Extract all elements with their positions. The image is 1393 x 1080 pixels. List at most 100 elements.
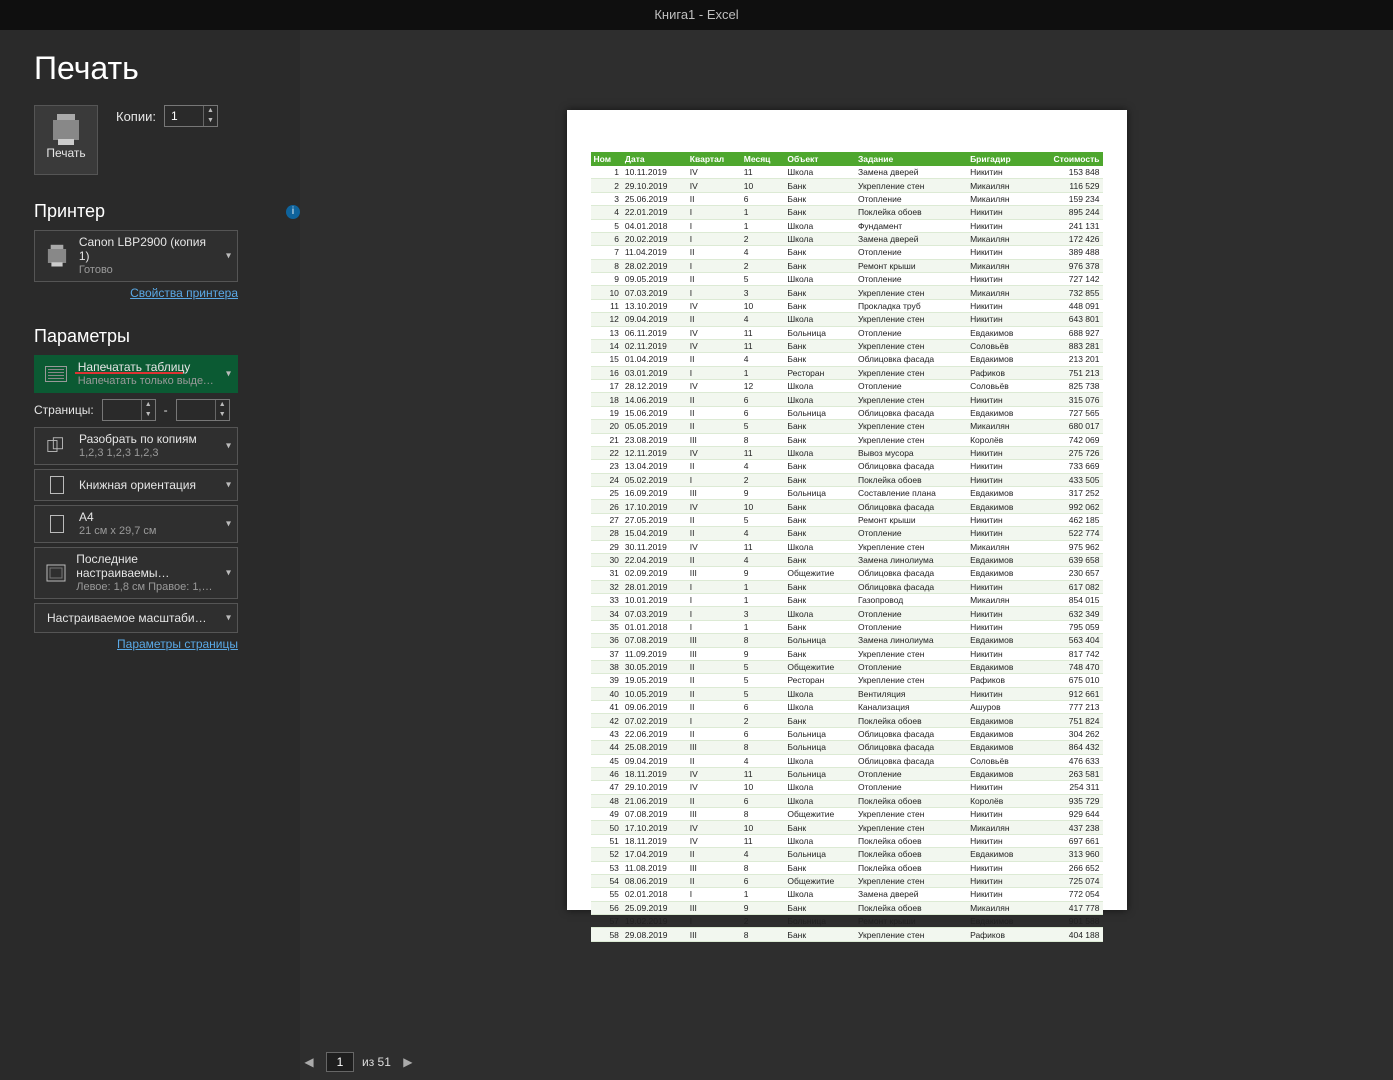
table-cell: Укрепление стен	[855, 674, 967, 687]
table-cell: 09.06.2019	[622, 701, 687, 714]
pages-from-input[interactable]: ▲▼	[102, 399, 156, 421]
table-cell: 1	[741, 594, 785, 607]
table-row: 2516.09.2019III9БольницаСоставление план…	[591, 487, 1103, 500]
orientation-select[interactable]: Книжная ориентация ▾	[34, 469, 238, 501]
page-number-input[interactable]	[326, 1052, 354, 1072]
table-cell: Банк	[784, 433, 855, 446]
table-cell: Соловьёв	[967, 754, 1033, 767]
table-cell: 11	[741, 767, 785, 780]
table-cell: Школа	[784, 166, 855, 179]
table-cell: 40	[591, 687, 622, 700]
table-cell: 29.08.2019	[622, 928, 687, 941]
table-cell: 8	[741, 433, 785, 446]
printer-select[interactable]: Canon LBP2900 (копия 1) Готово ▾	[34, 230, 238, 282]
collate-select[interactable]: Разобрать по копиям 1,2,3 1,2,3 1,2,3 ▾	[34, 427, 238, 465]
table-cell: Составление плана	[855, 487, 967, 500]
table-cell: Банк	[784, 339, 855, 352]
info-icon[interactable]: i	[286, 205, 300, 219]
table-row: 3102.09.2019III9ОбщежитиеОблицовка фасад…	[591, 567, 1103, 580]
table-cell: 617 082	[1033, 580, 1103, 593]
table-row: 4425.08.2019III8БольницаОблицовка фасада…	[591, 741, 1103, 754]
table-cell: Никитин	[967, 460, 1033, 473]
table-cell: 4	[741, 848, 785, 861]
table-cell: 825 738	[1033, 380, 1103, 393]
page-setup-link[interactable]: Параметры страницы	[34, 637, 238, 651]
table-cell: Отопление	[855, 326, 967, 339]
table-cell: Школа	[784, 781, 855, 794]
col-header: Объект	[784, 152, 855, 166]
table-cell: 688 927	[1033, 326, 1103, 339]
table-cell: Больница	[784, 915, 855, 928]
table-cell: 03.01.2019	[622, 366, 687, 379]
chevron-down-icon[interactable]: ▼	[203, 116, 217, 126]
table-cell: 10	[741, 500, 785, 513]
table-cell: Поклейка обоев	[855, 794, 967, 807]
table-cell: IV	[687, 326, 741, 339]
table-cell: 643 801	[1033, 313, 1103, 326]
copies-input[interactable]: 1 ▲▼	[164, 105, 218, 127]
table-cell: II	[687, 192, 741, 205]
table-cell: 07.02.2019	[622, 714, 687, 727]
orientation-label: Книжная ориентация	[79, 478, 196, 492]
table-cell: 2	[741, 232, 785, 245]
scaling-select[interactable]: Настраиваемое масштаби… ▾	[34, 603, 238, 633]
table-cell: 16.09.2019	[622, 487, 687, 500]
table-row: 1603.01.2019I1РесторанУкрепление стенРаф…	[591, 366, 1103, 379]
paper-select[interactable]: A4 21 см x 29,7 см ▾	[34, 505, 238, 543]
table-cell: 6	[741, 701, 785, 714]
table-cell: 1	[741, 580, 785, 593]
table-cell: I	[687, 915, 741, 928]
table-cell: 8	[741, 928, 785, 941]
table-cell: 6	[741, 393, 785, 406]
table-cell: Микаилян	[967, 286, 1033, 299]
printer-properties-link[interactable]: Свойства принтера	[34, 286, 238, 300]
table-cell: II	[687, 273, 741, 286]
table-cell: Евдакимов	[967, 353, 1033, 366]
table-cell: 19	[591, 406, 622, 419]
prev-page-button[interactable]: ◀	[300, 1053, 318, 1071]
table-cell: 751 213	[1033, 366, 1103, 379]
table-cell: Микаилян	[967, 232, 1033, 245]
table-row: 2617.10.2019IV10БанкОблицовка фасадаЕвда…	[591, 500, 1103, 513]
portrait-icon	[43, 474, 71, 496]
table-cell: Евдакимов	[967, 714, 1033, 727]
table-cell: I	[687, 888, 741, 901]
table-cell: 389 488	[1033, 246, 1103, 259]
window-titlebar: Книга1 - Excel	[0, 0, 1393, 30]
table-row: 3607.08.2019III8БольницаЗамена линолиума…	[591, 634, 1103, 647]
next-page-button[interactable]: ▶	[399, 1053, 417, 1071]
table-cell: Евдакимов	[967, 500, 1033, 513]
pages-to-input[interactable]: ▲▼	[176, 399, 230, 421]
table-row: 4010.05.2019II5ШколаВентиляцияНикитин912…	[591, 687, 1103, 700]
table-cell: I	[687, 206, 741, 219]
table-cell: IV	[687, 446, 741, 459]
page-pager: ◀ из 51 ▶	[300, 1052, 417, 1072]
table-cell: Больница	[784, 406, 855, 419]
table-cell: 43	[591, 727, 622, 740]
table-cell: Рафиков	[967, 366, 1033, 379]
table-row: 2815.04.2019II4БанкОтоплениеНикитин522 7…	[591, 527, 1103, 540]
table-cell: 50	[591, 821, 622, 834]
red-underline	[75, 372, 183, 374]
table-cell: 5	[741, 687, 785, 700]
table-cell: Укрепление стен	[855, 313, 967, 326]
table-cell: 854 015	[1033, 594, 1103, 607]
table-cell: 8	[591, 259, 622, 272]
table-row: 828.02.2019I2БанкРемонт крышиМикаилян976…	[591, 259, 1103, 272]
table-cell: Ресторан	[784, 366, 855, 379]
chevron-up-icon[interactable]: ▲	[203, 106, 217, 116]
print-button[interactable]: Печать	[34, 105, 98, 175]
table-row: 2005.05.2019II5БанкУкрепление стенМикаил…	[591, 420, 1103, 433]
table-cell: I	[687, 607, 741, 620]
table-cell: 864 432	[1033, 741, 1103, 754]
table-cell: II	[687, 674, 741, 687]
table-cell: Банк	[784, 259, 855, 272]
table-cell: 1	[741, 206, 785, 219]
table-cell: Укрепление стен	[855, 808, 967, 821]
table-row: 4729.10.2019IV10ШколаОтоплениеНикитин254…	[591, 781, 1103, 794]
table-row: 2313.04.2019II4БанкОблицовка фасадаНикит…	[591, 460, 1103, 473]
margins-select[interactable]: Последние настраиваемы… Левое: 1,8 см Пр…	[34, 547, 238, 599]
table-cell: 07.03.2019	[622, 607, 687, 620]
table-cell: III	[687, 901, 741, 914]
print-what-select[interactable]: Напечатать таблицу Напечатать только выд…	[34, 355, 238, 393]
